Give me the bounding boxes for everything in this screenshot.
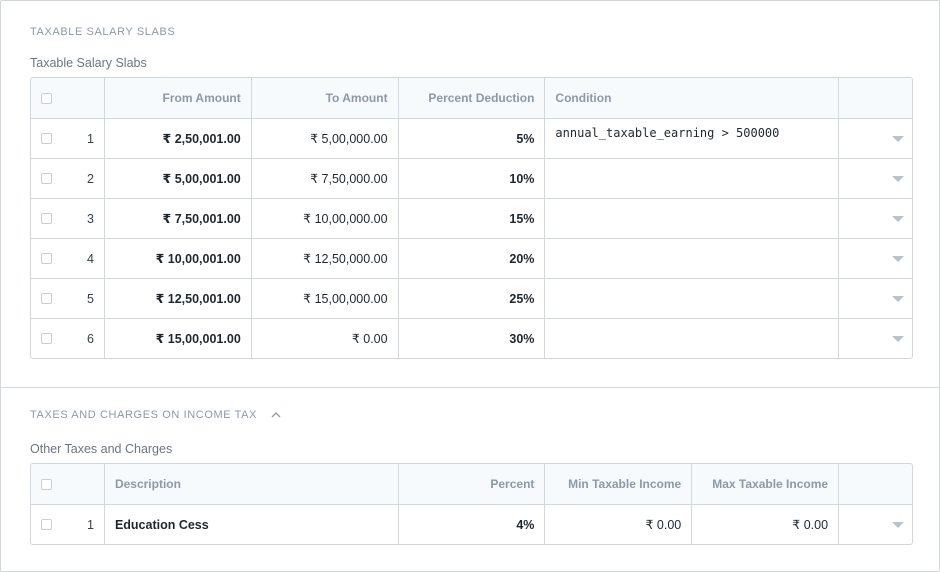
grid-header-row: From Amount To Amount Percent Deduction …: [31, 78, 912, 118]
row-index: 5: [86, 291, 94, 306]
table-row[interactable]: 2 ₹ 5,00,001.00 ₹ 7,50,000.00 10%: [31, 158, 912, 198]
from-amount-cell[interactable]: ₹ 2,50,001.00: [103, 119, 251, 158]
condition-cell[interactable]: [544, 199, 838, 238]
to-amount-cell[interactable]: ₹ 5,00,000.00: [250, 119, 398, 158]
section-divider: [1, 387, 939, 388]
max-taxable-income-cell[interactable]: ₹ 0.00: [691, 505, 838, 544]
column-header-description: Description: [103, 464, 398, 504]
condition-cell[interactable]: [544, 159, 838, 198]
to-amount-cell[interactable]: ₹ 7,50,000.00: [250, 159, 398, 198]
from-amount-cell[interactable]: ₹ 5,00,001.00: [103, 159, 251, 198]
condition-cell[interactable]: [544, 319, 838, 358]
row-actions-cell[interactable]: [838, 505, 912, 544]
row-actions-cell[interactable]: [838, 119, 912, 158]
row-actions-cell[interactable]: [838, 159, 912, 198]
column-header-max-taxable-income: Max Taxable Income: [691, 464, 838, 504]
section-heading-text: TAXABLE SALARY SLABS: [30, 26, 176, 38]
row-actions-cell[interactable]: [838, 239, 912, 278]
field-label-other-taxes: Other Taxes and Charges: [30, 442, 173, 456]
section-heading-taxes-charges[interactable]: TAXES AND CHARGES ON INCOME TAX: [30, 409, 281, 421]
from-amount-cell[interactable]: ₹ 12,50,001.00: [103, 279, 251, 318]
field-label-salary-slabs: Taxable Salary Slabs: [30, 56, 147, 70]
row-actions-cell[interactable]: [838, 319, 912, 358]
min-taxable-income-cell[interactable]: ₹ 0.00: [544, 505, 691, 544]
percent-deduction-cell[interactable]: 15%: [397, 199, 545, 238]
row-index: 6: [86, 331, 94, 346]
row-checkbox[interactable]: [41, 293, 52, 304]
percent-deduction-cell[interactable]: 25%: [397, 279, 545, 318]
from-amount-cell[interactable]: ₹ 15,00,001.00: [103, 319, 251, 358]
row-index-cell: 4: [31, 239, 104, 278]
row-index-cell: 2: [31, 159, 104, 198]
row-index-cell: 3: [31, 199, 104, 238]
percent-deduction-cell[interactable]: 5%: [397, 119, 545, 158]
to-amount-cell[interactable]: ₹ 15,00,000.00: [250, 279, 398, 318]
row-actions-cell[interactable]: [838, 279, 912, 318]
percent-deduction-cell[interactable]: 20%: [397, 239, 545, 278]
column-header-percent-deduction: Percent Deduction: [397, 78, 545, 118]
table-row[interactable]: 4 ₹ 10,00,001.00 ₹ 12,50,000.00 20%: [31, 238, 912, 278]
percent-deduction-cell[interactable]: 30%: [397, 319, 545, 358]
salary-slabs-grid: From Amount To Amount Percent Deduction …: [30, 77, 913, 359]
column-header-actions: [838, 464, 912, 504]
select-all-checkbox[interactable]: [41, 478, 52, 490]
select-all-checkbox[interactable]: [41, 92, 52, 104]
row-checkbox[interactable]: [41, 173, 52, 184]
table-row[interactable]: 1 ₹ 2,50,001.00 ₹ 5,00,000.00 5% annual_taxa…: [31, 118, 912, 158]
column-header-min-taxable-income: Min Taxable Income: [544, 464, 691, 504]
other-taxes-rows: 1 Education Cess 4% ₹ 0.00 ₹ 0.00: [31, 504, 912, 544]
row-index-cell: 5: [31, 279, 104, 318]
description-cell[interactable]: Education Cess: [103, 505, 398, 544]
column-header-from-amount: From Amount: [103, 78, 251, 118]
chevron-up-icon[interactable]: [271, 411, 281, 419]
condition-cell[interactable]: annual_taxable_earning > 500000: [544, 119, 838, 158]
chevron-down-icon[interactable]: [892, 255, 904, 262]
table-row[interactable]: 1 Education Cess 4% ₹ 0.00 ₹ 0.00: [31, 504, 912, 544]
select-all-cell: [31, 78, 104, 118]
other-taxes-grid: Description Percent Min Taxable Income M…: [30, 463, 913, 545]
row-index-cell: 1: [31, 505, 104, 544]
form-frame: TAXABLE SALARY SLABS Taxable Salary Slab…: [0, 0, 940, 572]
column-header-condition: Condition: [544, 78, 838, 118]
row-checkbox[interactable]: [41, 213, 52, 224]
chevron-down-icon[interactable]: [892, 521, 904, 528]
chevron-down-icon[interactable]: [892, 135, 904, 142]
percent-cell[interactable]: 4%: [397, 505, 545, 544]
section-heading-salary-slabs: TAXABLE SALARY SLABS: [30, 26, 175, 38]
from-amount-cell[interactable]: ₹ 7,50,001.00: [103, 199, 251, 238]
condition-cell[interactable]: [544, 279, 838, 318]
column-header-percent: Percent: [397, 464, 545, 504]
row-index: 4: [86, 251, 94, 266]
to-amount-cell[interactable]: ₹ 12,50,000.00: [250, 239, 398, 278]
salary-slabs-rows: 1 ₹ 2,50,001.00 ₹ 5,00,000.00 5% annual_taxa…: [31, 118, 912, 358]
section-heading-text: TAXES AND CHARGES ON INCOME TAX: [30, 409, 258, 421]
from-amount-cell[interactable]: ₹ 10,00,001.00: [103, 239, 251, 278]
condition-cell[interactable]: [544, 239, 838, 278]
row-checkbox[interactable]: [41, 333, 52, 344]
row-index: 1: [86, 517, 94, 532]
to-amount-cell[interactable]: ₹ 0.00: [250, 319, 398, 358]
row-index: 1: [86, 131, 94, 146]
percent-deduction-cell[interactable]: 10%: [397, 159, 545, 198]
column-header-actions: [838, 78, 912, 118]
table-row[interactable]: 3 ₹ 7,50,001.00 ₹ 10,00,000.00 15%: [31, 198, 912, 238]
grid-header-row: Description Percent Min Taxable Income M…: [31, 464, 912, 504]
table-row[interactable]: 5 ₹ 12,50,001.00 ₹ 15,00,000.00 25%: [31, 278, 912, 318]
chevron-down-icon[interactable]: [892, 215, 904, 222]
chevron-down-icon[interactable]: [892, 175, 904, 182]
row-index: 3: [86, 211, 94, 226]
row-checkbox[interactable]: [41, 133, 52, 144]
row-actions-cell[interactable]: [838, 199, 912, 238]
row-index-cell: 6: [31, 319, 104, 358]
chevron-down-icon[interactable]: [892, 295, 904, 302]
row-index-cell: 1: [31, 119, 104, 158]
chevron-down-icon[interactable]: [892, 335, 904, 342]
column-header-to-amount: To Amount: [250, 78, 398, 118]
table-row[interactable]: 6 ₹ 15,00,001.00 ₹ 0.00 30%: [31, 318, 912, 358]
row-checkbox[interactable]: [41, 519, 52, 530]
to-amount-cell[interactable]: ₹ 10,00,000.00: [250, 199, 398, 238]
select-all-cell: [31, 464, 104, 504]
row-checkbox[interactable]: [41, 253, 52, 264]
row-index: 2: [86, 171, 94, 186]
